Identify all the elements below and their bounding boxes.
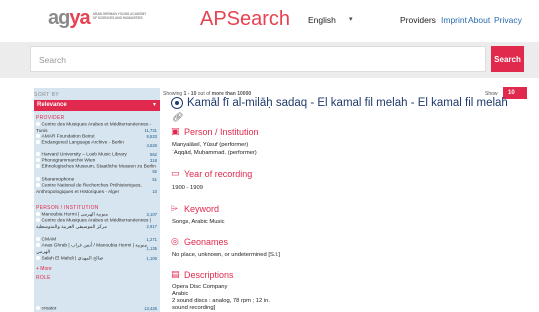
sort-select-value: Relevance xyxy=(37,102,67,108)
nav-privacy[interactable]: Privacy xyxy=(494,15,522,25)
keyword-heading-label: Keyword xyxy=(184,203,220,214)
facet-item-label: CMAM xyxy=(41,237,57,243)
facet-item-label: AMAR Foundation Beirut xyxy=(41,134,95,140)
facet-item-label: Centre des Musiques Arabes et Méditerran… xyxy=(36,218,152,230)
facet-item-label: Salah El Mahdi | صالح المهدي xyxy=(41,256,104,262)
facet-item-label: Anas Ghrab | أنس غراب / Manoubia Hermi |… xyxy=(36,243,148,255)
search-button[interactable]: Search xyxy=(491,46,524,72)
person-heading: ▣ Person / Institution xyxy=(171,126,259,137)
person-facet-title: PERSON / INSTITUTION xyxy=(36,205,99,211)
person-line: Manyalāwī, Yūsuf (performer) xyxy=(172,142,249,148)
radio-icon xyxy=(36,140,40,144)
facet-item-count: 13,426 xyxy=(144,306,157,311)
desc-heading-label: Descriptions xyxy=(184,269,234,280)
facet-item-count: 92 xyxy=(152,169,157,174)
provider-facet-title: PROVIDER xyxy=(36,115,65,121)
summary-prefix: Showing xyxy=(163,91,183,97)
facet-item-count: 1,106 xyxy=(146,256,157,261)
more-link[interactable]: + More xyxy=(36,266,52,272)
facet-item[interactable]: Endangered Language Archive - Berlin 4,52… xyxy=(36,140,157,148)
facet-item-count: 2,917 xyxy=(146,224,157,229)
radio-icon xyxy=(36,183,40,187)
geo-heading-label: Geonames xyxy=(184,236,229,247)
facet-item-label: creator xyxy=(41,306,57,312)
radio-icon xyxy=(36,218,40,222)
keyword-value: Songs, Arabic Music xyxy=(172,219,225,225)
logo-mark-b: ya xyxy=(69,7,90,29)
top-header: agya ARAB GERMAN YOUNG ACADEMY OF SCIENC… xyxy=(0,0,539,42)
language-select[interactable]: English xyxy=(308,15,336,25)
facet-item-count: 10 xyxy=(152,189,157,194)
facet-item-count: 4,526 xyxy=(146,143,157,148)
facet-item-label: Ethnologisches Museum, Staatliche Museen… xyxy=(41,164,156,170)
facet-item-label: Centre des Musiques Arabes et Méditerran… xyxy=(36,122,152,134)
year-heading: ▭ Year of recording xyxy=(171,168,252,179)
nav-imprint[interactable]: Imprint xyxy=(441,15,467,25)
radio-icon xyxy=(36,243,40,247)
link-icon[interactable]: 🔗︎ xyxy=(172,112,183,123)
search-input[interactable]: Search xyxy=(30,46,486,72)
radio-target-icon[interactable] xyxy=(171,97,183,109)
sort-select[interactable]: Relevance ▾ xyxy=(34,100,160,111)
nav-about[interactable]: About xyxy=(468,15,490,25)
radio-icon xyxy=(36,177,40,181)
keyword-heading: ⌲ Keyword xyxy=(171,203,219,214)
app-title[interactable]: APSearch xyxy=(200,8,290,31)
chevron-down-icon[interactable]: ▾ xyxy=(349,15,353,23)
tag-icon: ⌲ xyxy=(171,203,179,213)
radio-icon xyxy=(36,134,40,138)
facet-item[interactable]: Centre des Musiques Arabes et Méditerran… xyxy=(36,122,157,135)
filter-sidebar: SORT BY Relevance ▾ PROVIDER Centre des … xyxy=(34,88,160,312)
facet-item-label: Harvard University – Loeb Music Library xyxy=(41,152,127,158)
person-card-icon: ▣ xyxy=(171,126,180,136)
sort-by-label: SORT BY xyxy=(34,92,60,98)
year-value: 1900 - 1909 xyxy=(172,185,203,191)
facet-item-label: Phonogrammarchiv Wien xyxy=(41,158,96,164)
chevron-down-icon: ▾ xyxy=(152,102,156,108)
facet-item-label: Endangered Language Archive - Berlin xyxy=(41,140,124,146)
facet-item[interactable]: Centre National de Recherches Préhistori… xyxy=(36,183,157,196)
radio-icon xyxy=(36,164,40,168)
radio-icon xyxy=(36,158,40,162)
geo-heading: ◎ Geonames xyxy=(171,236,228,247)
document-icon: ▤ xyxy=(171,269,180,279)
facet-item-label: Sharamophone xyxy=(41,177,75,183)
facet-item-count: 1,135 xyxy=(146,246,157,251)
facet-item-label: Centre National de Recherches Préhistori… xyxy=(36,183,142,195)
radio-icon xyxy=(36,256,40,260)
radio-icon xyxy=(36,237,40,241)
facet-item[interactable]: Ethnologisches Museum, Staatliche Museen… xyxy=(36,164,157,174)
nav-providers[interactable]: Providers xyxy=(400,15,436,25)
desc-heading: ▤ Descriptions xyxy=(171,269,234,280)
radio-icon xyxy=(36,152,40,156)
year-heading-label: Year of recording xyxy=(184,168,253,179)
record-title[interactable]: Kamāl fī al-milāḥ sadaq - El kamal fil m… xyxy=(187,97,508,109)
person-heading-label: Person / Institution xyxy=(184,126,259,137)
radio-icon xyxy=(36,212,40,216)
facet-item[interactable]: Salah El Mahdi | صالح المهدي 1,106 xyxy=(36,256,157,263)
desc-line: sound recording] xyxy=(172,305,216,311)
calendar-icon: ▭ xyxy=(171,168,180,178)
role-facet-title: ROLE xyxy=(36,275,51,281)
person-line: ʿAqqād, Muḥammad. (performer) xyxy=(172,150,257,156)
logo-line2: OF SCIENCES AND HUMANITIES xyxy=(92,16,143,20)
pin-icon: ◎ xyxy=(171,236,179,246)
radio-icon xyxy=(36,306,40,310)
geo-value: No place, unknown, or undetermined [S.l.… xyxy=(172,252,280,258)
facet-item-label: Manoubia Hermi | منوبية الهرمي xyxy=(41,212,109,218)
radio-icon xyxy=(36,122,40,126)
facet-item[interactable]: Centre des Musiques Arabes et Méditerran… xyxy=(36,218,157,231)
agya-logo[interactable]: agya ARAB GERMAN YOUNG ACADEMY OF SCIENC… xyxy=(48,8,146,28)
facet-item[interactable]: Anas Ghrab | أنس غراب / Manoubia Hermi |… xyxy=(36,243,157,256)
facet-item[interactable]: creator 13,426 xyxy=(36,306,157,312)
logo-mark-a: ag xyxy=(48,7,70,29)
